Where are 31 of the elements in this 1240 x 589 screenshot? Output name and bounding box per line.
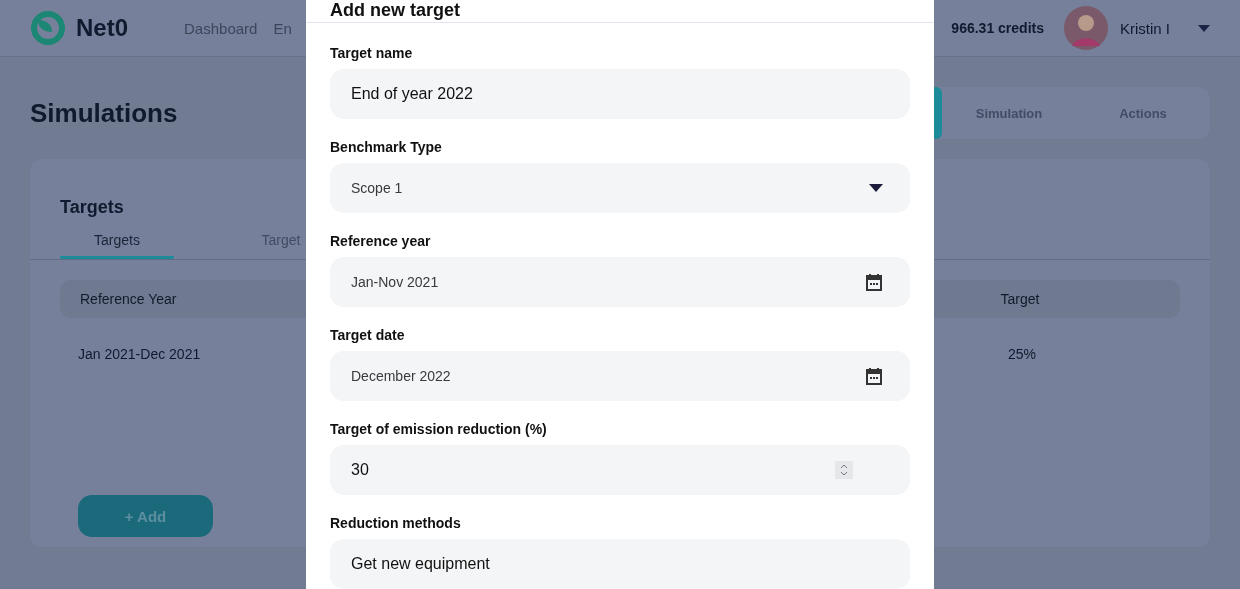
tab[interactable]: Targets: [60, 232, 174, 259]
card-title: Targets: [60, 197, 125, 218]
modal-title: Add new target: [330, 0, 460, 20]
field-label: Target date: [330, 326, 406, 345]
input-field[interactable]: December 2022: [330, 351, 910, 401]
input-field[interactable]: Jan-Nov 2021: [330, 257, 910, 307]
field-label: Target name: [330, 44, 414, 63]
input-field[interactable]: End of year 2022: [330, 69, 910, 119]
table-cell-text: Jan 2021-Dec 2021: [78, 346, 202, 362]
input-field[interactable]: 30: [330, 445, 910, 495]
nav-link[interactable]: En: [273, 19, 292, 37]
column-header: Reference Year: [80, 291, 178, 307]
calendar-icon[interactable]: [865, 367, 883, 385]
page-title: Simulations: [30, 97, 178, 129]
logo-icon: [30, 10, 66, 46]
field-label: Target of emission reduction (%): [330, 420, 548, 439]
column-header: Target: [999, 291, 1041, 307]
input-field[interactable]: Get new equipment: [330, 539, 910, 589]
credits-balance: 966.31 credits: [951, 20, 1044, 36]
spinner-icon[interactable]: [835, 461, 853, 479]
dropdown-caret-icon[interactable]: [869, 184, 883, 192]
table-cell-text: 25%: [1007, 346, 1037, 362]
nav-link[interactable]: Dashboard: [184, 19, 258, 37]
logo-text: Net0: [76, 14, 129, 42]
user-name[interactable]: Kristin I: [1120, 19, 1170, 37]
avatar[interactable]: [1064, 6, 1108, 50]
field-label: Benchmark Type: [330, 138, 443, 157]
dropdown-field[interactable]: Scope 1: [330, 163, 910, 213]
field-label: Reference year: [330, 232, 432, 251]
field-label: Reduction methods: [330, 514, 462, 533]
calendar-icon[interactable]: [865, 273, 883, 291]
